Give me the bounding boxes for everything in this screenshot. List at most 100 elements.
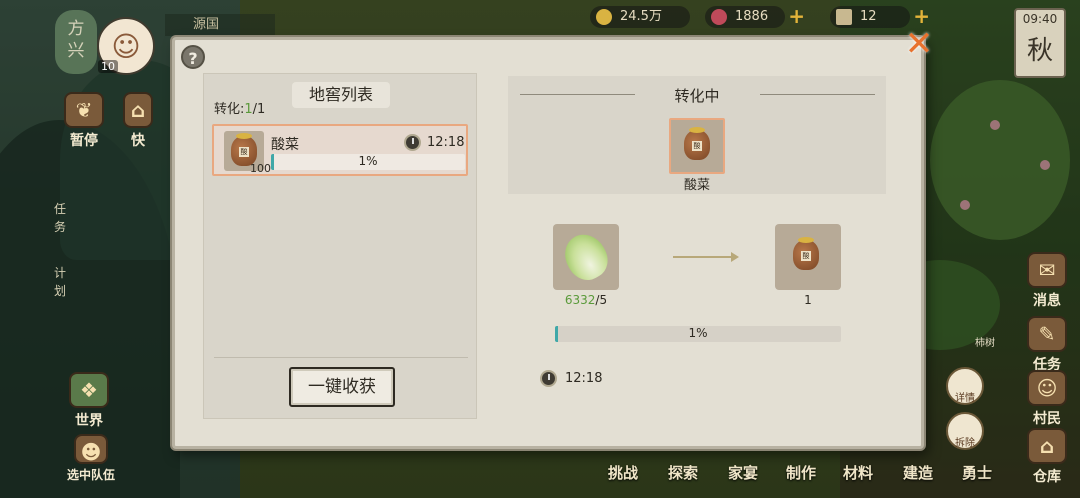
world-button[interactable]: ❖ 世界 [60, 372, 118, 430]
converting-item-slot[interactable]: 酸 [669, 118, 725, 174]
message-button[interactable]: ✉ 消息 [1018, 252, 1076, 310]
nav-feast[interactable]: 家宴 [728, 462, 758, 483]
coins-value: 24.5万 [620, 9, 662, 24]
main-timer: 12:18 [540, 370, 602, 387]
cabbage-icon [557, 227, 615, 287]
scroll-icon: ✎ [1027, 316, 1067, 352]
divider [214, 357, 468, 358]
input-item-slot[interactable] [553, 224, 619, 290]
quick-button[interactable]: ⌂ 快 [118, 92, 158, 150]
cellar-dialog: ? ✕ 地窖列表 转化:1/1 酸 100 酸菜 12:18 1% 一键收获 转… [172, 27, 933, 449]
convert-current: 1 [244, 102, 253, 117]
cellar-list-panel: 地窖列表 转化:1/1 酸 100 酸菜 12:18 1% 一键收获 [203, 73, 477, 419]
coins-counter: 24.5万 [590, 6, 690, 28]
demolish-label: 拆除 [955, 438, 975, 449]
detail-label: 详情 [955, 393, 975, 404]
world-label: 世界 [75, 413, 103, 429]
input-count-need: /5 [595, 293, 608, 307]
team-button[interactable]: ☻ 选中队伍 [58, 434, 124, 483]
jar-label: 酸 [801, 251, 811, 261]
convert-count: 转化:1/1 [214, 98, 265, 117]
warehouse-label: 仓库 [1033, 469, 1061, 485]
main-timer-value: 12:18 [565, 371, 603, 386]
source-name: 源国 [165, 14, 275, 36]
clock-time: 09:40 [1022, 12, 1058, 26]
main-progress-text: 1% [688, 326, 708, 340]
task-button[interactable]: ✎ 任务 [1018, 316, 1076, 374]
plan-tab-label: 计划 [53, 266, 66, 298]
converting-panel: 转化中 酸 酸菜 [508, 76, 886, 194]
child-face-icon: ☺ [111, 29, 141, 63]
pause-button[interactable]: ❦ 暂停 [55, 92, 113, 150]
mushroom-icon: ❦ [64, 92, 104, 128]
item-progress-bar: 1% [271, 154, 465, 170]
coin-icon [596, 9, 612, 25]
item-slot: 酸 100 [224, 131, 271, 175]
nav-explore[interactable]: 探索 [668, 462, 698, 483]
cellar-item-sauerkraut[interactable]: 酸 100 酸菜 12:18 1% [212, 124, 468, 176]
season-label: 秋 [1026, 36, 1053, 66]
arrow-icon [673, 256, 735, 258]
convert-total: /1 [252, 102, 266, 117]
tickets-value: 12 [860, 9, 877, 24]
gems-counter: 1886 + [705, 5, 805, 28]
nav-build[interactable]: 建造 [903, 462, 933, 483]
warehouse-icon: ⌂ [1027, 428, 1067, 464]
divider [760, 94, 875, 95]
nav-challenge[interactable]: 挑战 [608, 462, 638, 483]
villager-button[interactable]: ☺ 村民 [1018, 370, 1076, 428]
divider [520, 94, 635, 95]
team-icon: ☻ [74, 434, 108, 464]
warehouse-button[interactable]: ⌂ 仓库 [1018, 428, 1076, 486]
ticket-icon [836, 9, 852, 25]
output-item-slot[interactable]: 酸 [775, 224, 841, 290]
task-tab-label: 任务 [53, 202, 66, 234]
item-quantity: 100 [250, 162, 271, 175]
item-timer: 12:18 [404, 134, 464, 151]
nav-craft[interactable]: 制作 [786, 462, 816, 483]
villager-icon: ☺ [1027, 370, 1067, 406]
world-map-icon: ❖ [69, 372, 109, 408]
sauerkraut-jar-icon: 酸 [684, 127, 710, 160]
nav-warrior[interactable]: 勇士 [962, 462, 992, 483]
item-timer-value: 12:18 [427, 135, 465, 150]
convert-prefix: 转化: [214, 102, 245, 117]
villager-label: 村民 [1033, 411, 1061, 427]
house-icon: ⌂ [123, 92, 153, 128]
close-icon[interactable]: ✕ [902, 27, 936, 62]
cellar-list-title: 地窖列表 [292, 82, 390, 108]
help-button[interactable]: ? [181, 45, 205, 69]
message-icon: ✉ [1027, 252, 1067, 288]
region-badge[interactable]: 方兴 [55, 10, 97, 74]
sauerkraut-jar-icon: 酸 [793, 237, 819, 270]
converting-item-name: 酸菜 [683, 178, 710, 193]
gems-value: 1886 [735, 9, 769, 24]
team-label: 选中队伍 [66, 468, 115, 482]
converting-title: 转化中 [674, 87, 720, 105]
harvest-all-button[interactable]: 一键收获 [289, 367, 395, 407]
tree-label: 柿树 [975, 338, 995, 349]
season-clock[interactable]: 09:40 秋 [1014, 8, 1066, 78]
message-label: 消息 [1033, 293, 1061, 309]
quick-label: 快 [131, 133, 145, 149]
detail-button[interactable]: 详情 [946, 367, 984, 405]
pause-label: 暂停 [70, 133, 98, 149]
jar-label: 酸 [692, 141, 702, 151]
clock-icon [404, 134, 421, 151]
arrow-head-icon [731, 252, 739, 262]
nav-materials[interactable]: 材料 [843, 462, 873, 483]
main-progress-bar: 1% [555, 326, 841, 342]
tickets-counter: 12 + [830, 5, 930, 28]
add-gems-button[interactable]: + [788, 5, 805, 27]
output-count: 1 [804, 293, 812, 307]
tab-task[interactable]: 任务 [50, 200, 70, 236]
tab-plan[interactable]: 计划 [50, 264, 70, 300]
jar-label: 酸 [239, 147, 249, 157]
gem-icon [711, 9, 727, 25]
demolish-button[interactable]: 拆除 [946, 412, 984, 450]
player-level: 10 [98, 60, 118, 73]
item-progress-text: 1% [358, 154, 378, 168]
clock-icon [540, 370, 557, 387]
item-name: 酸菜 [271, 137, 299, 153]
region-name: 方兴 [67, 19, 85, 61]
